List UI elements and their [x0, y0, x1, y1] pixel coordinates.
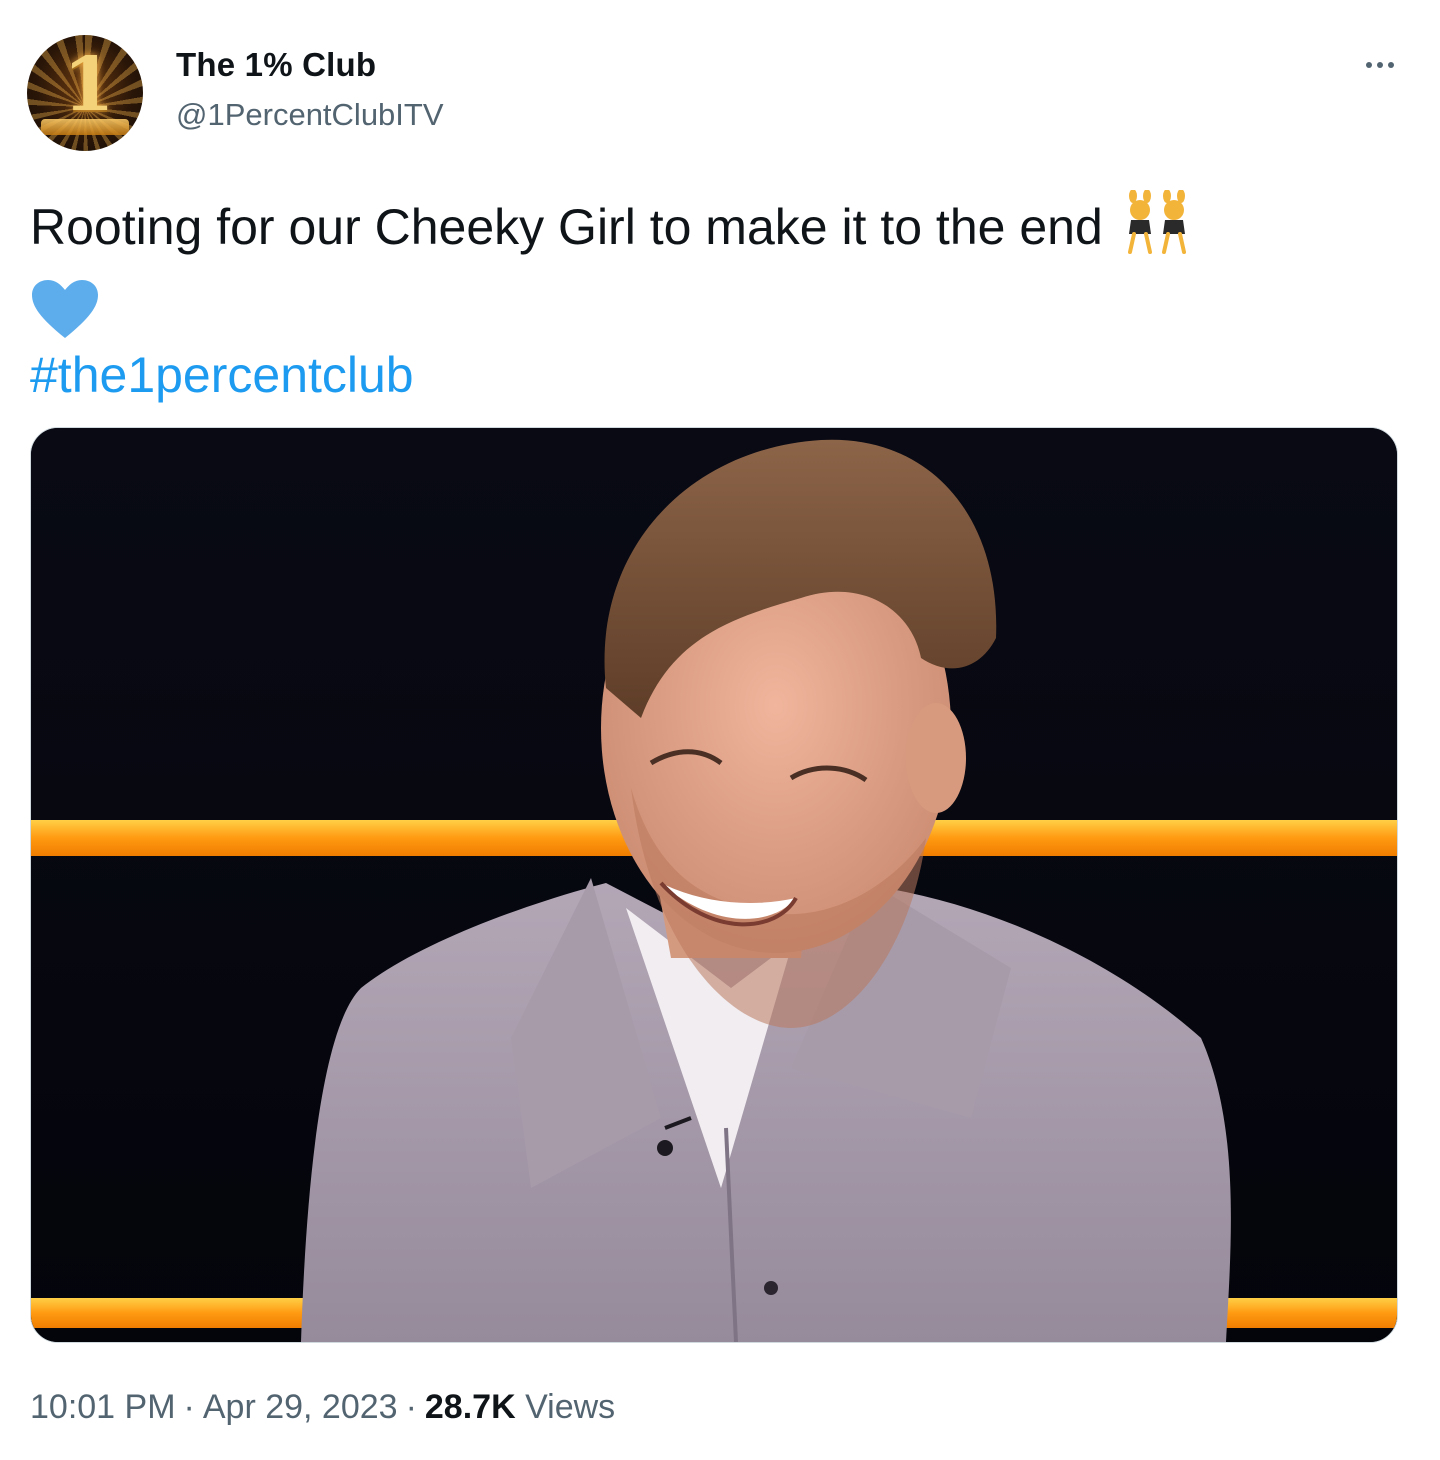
- author-handle[interactable]: @1PercentClubITV: [176, 97, 444, 133]
- tweet-date[interactable]: Apr 29, 2023: [203, 1388, 398, 1426]
- tweet-time[interactable]: 10:01 PM: [30, 1388, 176, 1426]
- hashtag-link[interactable]: #the1percentclub: [30, 347, 414, 403]
- media-illustration: [31, 428, 1397, 1342]
- heart-line: [30, 272, 1410, 342]
- blue-heart-icon: [32, 280, 98, 338]
- more-dot: [1388, 62, 1394, 68]
- more-icon[interactable]: [1354, 50, 1406, 80]
- tweet-media-image[interactable]: [30, 427, 1398, 1343]
- bunny-ears-emoji-icon: [1123, 189, 1191, 272]
- author-display-name[interactable]: The 1% Club: [176, 46, 376, 84]
- tweet-meta: 10:01 PM · Apr 29, 2023 · 28.7K Views: [30, 1388, 615, 1427]
- more-dot: [1366, 62, 1372, 68]
- more-dot: [1377, 62, 1383, 68]
- tweet-body: Rooting for our Cheeky Girl to make it t…: [30, 199, 1103, 256]
- meta-separator: ·: [183, 1388, 195, 1426]
- avatar-logo-one: 1: [63, 42, 115, 128]
- views-count: 28.7K: [424, 1388, 516, 1426]
- views-label: Views: [525, 1388, 616, 1426]
- meta-separator: ·: [405, 1388, 417, 1426]
- tweet-text: Rooting for our Cheeky Girl to make it t…: [30, 189, 1410, 408]
- avatar[interactable]: 1: [27, 35, 143, 151]
